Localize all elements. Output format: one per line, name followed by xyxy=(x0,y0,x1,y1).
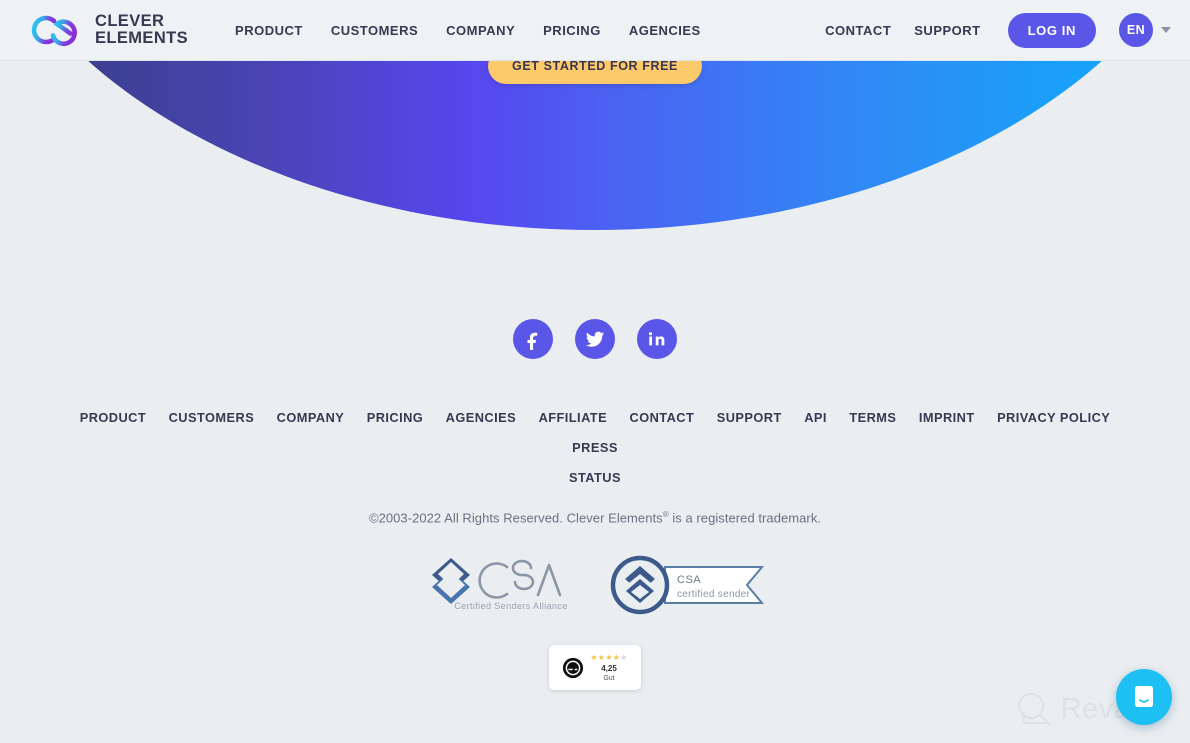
footer-link-product[interactable]: PRODUCT xyxy=(80,403,146,433)
svg-text:CSA: CSA xyxy=(677,574,701,586)
footer-link-status[interactable]: STATUS xyxy=(569,463,621,493)
footer-link-agencies[interactable]: AGENCIES xyxy=(446,403,516,433)
footer-link-company[interactable]: COMPANY xyxy=(277,403,345,433)
nav-item-company[interactable]: COMPANY xyxy=(446,23,515,38)
chevron-down-icon xyxy=(1161,27,1171,33)
copyright-text-after: is a registered trademark. xyxy=(668,510,822,526)
chat-launcher-button[interactable] xyxy=(1116,669,1172,725)
linkedin-icon xyxy=(648,332,665,346)
footer-link-support[interactable]: SUPPORT xyxy=(717,403,782,433)
nav-item-customers[interactable]: CUSTOMERS xyxy=(331,23,418,38)
revain-magnifier-icon xyxy=(1017,693,1051,726)
social-link-facebook[interactable] xyxy=(513,319,553,359)
footer-link-imprint[interactable]: IMPRINT xyxy=(919,403,975,433)
intercom-chat-icon xyxy=(1135,686,1153,707)
footer-link-contact[interactable]: CONTACT xyxy=(630,403,695,433)
footer-link-terms[interactable]: TERMS xyxy=(849,403,896,433)
csa-certified-sender-badge: CSA certified sender xyxy=(610,556,765,615)
nav-item-product[interactable]: PRODUCT xyxy=(235,23,303,38)
footer-link-privacy-policy[interactable]: PRIVACY POLICY xyxy=(997,403,1110,433)
csa-certified-senders-alliance-logo: Certified Senders Alliance xyxy=(432,558,567,611)
svg-text:certified sender: certified sender xyxy=(677,589,751,600)
facebook-icon xyxy=(527,332,538,350)
brand-line-2: ELEMENTS xyxy=(95,29,189,47)
certification-logos: Certified Senders Alliance CSA certified… xyxy=(0,554,1190,616)
language-code: EN xyxy=(1119,13,1153,47)
clever-elements-ce-logo xyxy=(31,15,77,47)
star-rating-icon: ★★★★★ xyxy=(590,652,628,662)
footer-navigation: PRODUCT CUSTOMERS COMPANY PRICING AGENCI… xyxy=(0,403,1190,493)
footer-link-api[interactable]: API xyxy=(804,403,827,433)
social-link-linkedin[interactable] xyxy=(637,319,677,359)
nav-item-contact[interactable]: CONTACT xyxy=(825,23,891,38)
social-links xyxy=(0,319,1190,359)
ekomi-e-logo xyxy=(563,657,584,678)
footer-link-press[interactable]: PRESS xyxy=(572,433,618,463)
copyright-notice: ©2003-2022 All Rights Reserved. Clever E… xyxy=(0,510,1190,525)
copyright-text-before: ©2003-2022 All Rights Reserved. Clever E… xyxy=(368,510,663,526)
nav-item-pricing[interactable]: PRICING xyxy=(543,23,601,38)
nav-item-support[interactable]: SUPPORT xyxy=(914,23,980,38)
site-header: CLEVER ELEMENTS PRODUCT CUSTOMERS COMPAN… xyxy=(0,0,1190,61)
rating-label: Gut xyxy=(603,674,615,682)
brand-logo[interactable]: CLEVER ELEMENTS xyxy=(24,11,188,49)
site-footer: PRODUCT CUSTOMERS COMPANY PRICING AGENCI… xyxy=(0,250,1190,691)
social-link-twitter[interactable] xyxy=(575,319,615,359)
header-right-group: CONTACT SUPPORT LOG IN EN xyxy=(825,12,1171,48)
footer-link-customers[interactable]: CUSTOMERS xyxy=(169,403,255,433)
svg-text:Certified Senders Alliance: Certified Senders Alliance xyxy=(454,601,567,611)
twitter-icon xyxy=(585,331,605,347)
review-meta: ★★★★★ 4,25 Gut xyxy=(590,653,627,683)
rating-value: 4,25 xyxy=(601,663,617,673)
main-navigation: PRODUCT CUSTOMERS COMPANY PRICING AGENCI… xyxy=(235,23,701,38)
brand-line-1: CLEVER xyxy=(95,12,165,30)
brand-text: CLEVER ELEMENTS xyxy=(95,13,188,47)
footer-link-pricing[interactable]: PRICING xyxy=(367,403,423,433)
nav-item-agencies[interactable]: AGENCIES xyxy=(629,23,701,38)
language-selector[interactable]: EN xyxy=(1119,13,1171,47)
review-rating-widget[interactable]: ★★★★★ 4,25 Gut xyxy=(549,645,641,691)
footer-link-affiliate[interactable]: AFFILIATE xyxy=(539,403,608,433)
login-button[interactable]: LOG IN xyxy=(1007,12,1096,48)
